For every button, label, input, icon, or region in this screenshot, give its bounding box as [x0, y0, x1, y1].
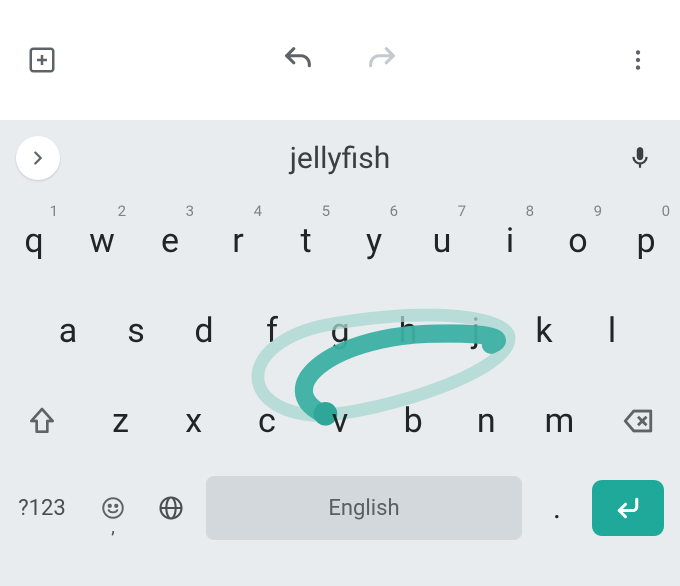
- key-hint: 7: [458, 202, 466, 220]
- key-r[interactable]: 4r: [204, 196, 272, 286]
- key-j[interactable]: j: [442, 286, 510, 376]
- key-f[interactable]: f: [238, 286, 306, 376]
- toolbar-center: [276, 38, 404, 82]
- key-hint: 1: [50, 202, 58, 220]
- key-p[interactable]: 0p: [612, 196, 680, 286]
- key-label: e: [161, 221, 179, 261]
- key-label: v: [332, 401, 348, 441]
- key-label: c: [258, 401, 276, 441]
- key-rows: 1q 2w 3e 4r 5t 6y 7u 8i 9o 0p a s d f g …: [0, 196, 680, 586]
- key-b[interactable]: b: [377, 401, 450, 441]
- key-h[interactable]: h: [374, 286, 442, 376]
- key-label: n: [477, 401, 496, 441]
- emoji-key[interactable]: ,: [84, 476, 142, 540]
- key-hint: 4: [254, 202, 262, 220]
- key-row-1: 1q 2w 3e 4r 5t 6y 7u 8i 9o 0p: [0, 196, 680, 286]
- key-e[interactable]: 3e: [136, 196, 204, 286]
- key-x[interactable]: x: [157, 401, 230, 441]
- key-label: q: [24, 221, 43, 261]
- enter-icon: [592, 480, 664, 536]
- key-label: .: [553, 491, 561, 526]
- key-label: j: [472, 311, 480, 351]
- key-label: g: [330, 311, 349, 351]
- key-label: t: [300, 221, 311, 261]
- key-o[interactable]: 9o: [544, 196, 612, 286]
- key-v[interactable]: v: [303, 401, 376, 441]
- undo-button[interactable]: [276, 38, 320, 82]
- key-hint: 5: [322, 202, 330, 220]
- key-s[interactable]: s: [102, 286, 170, 376]
- enter-key[interactable]: [586, 476, 670, 540]
- key-label: b: [404, 401, 423, 441]
- key-label: a: [59, 311, 78, 351]
- key-hint: 2: [118, 202, 126, 220]
- key-m[interactable]: m: [523, 401, 596, 441]
- key-label: w: [89, 221, 115, 261]
- key-hint: 0: [662, 202, 670, 220]
- key-row-2: a s d f g h j k l: [0, 286, 680, 376]
- key-label: ?123: [18, 496, 66, 521]
- key-hint: 3: [186, 202, 194, 220]
- key-g[interactable]: g: [306, 286, 374, 376]
- redo-button[interactable]: [360, 38, 404, 82]
- key-hint: 6: [390, 202, 398, 220]
- suggestion-bar: jellyfish: [0, 120, 680, 196]
- key-t[interactable]: 5t: [272, 196, 340, 286]
- key-k[interactable]: k: [510, 286, 578, 376]
- key-label: l: [608, 311, 616, 351]
- key-label: d: [194, 311, 213, 351]
- key-label: x: [185, 401, 202, 441]
- key-l[interactable]: l: [578, 286, 646, 376]
- key-label: o: [568, 221, 587, 261]
- symbols-key[interactable]: ?123: [0, 476, 84, 540]
- comma-hint: ,: [111, 517, 115, 538]
- key-label: h: [399, 311, 418, 351]
- key-a[interactable]: a: [34, 286, 102, 376]
- period-key[interactable]: .: [528, 476, 586, 540]
- key-label: z: [112, 401, 129, 441]
- backspace-key[interactable]: [596, 376, 680, 466]
- key-label: s: [127, 311, 145, 351]
- key-label: i: [506, 221, 514, 261]
- key-q[interactable]: 1q: [0, 196, 68, 286]
- space-key[interactable]: English: [206, 476, 522, 540]
- key-y[interactable]: 6y: [340, 196, 408, 286]
- overflow-menu-button[interactable]: [616, 38, 660, 82]
- key-label: p: [636, 221, 655, 261]
- key-label: y: [366, 221, 382, 261]
- key-c[interactable]: c: [230, 401, 303, 441]
- key-hint: 8: [526, 202, 534, 220]
- key-row-3: z x c v b n m: [0, 376, 680, 466]
- key-hint: 9: [594, 202, 602, 220]
- shift-key[interactable]: [0, 376, 84, 466]
- key-z[interactable]: z: [84, 401, 157, 441]
- key-w[interactable]: 2w: [68, 196, 136, 286]
- key-n[interactable]: n: [450, 401, 523, 441]
- key-u[interactable]: 7u: [408, 196, 476, 286]
- expand-button[interactable]: [16, 136, 60, 180]
- key-label: m: [545, 401, 575, 441]
- new-tab-button[interactable]: [20, 38, 64, 82]
- suggestion-word[interactable]: jellyfish: [290, 141, 391, 176]
- key-i[interactable]: 8i: [476, 196, 544, 286]
- key-label: r: [232, 221, 244, 261]
- keyboard: jellyfish 1q 2w 3e 4r 5t 6y 7u 8i 9o 0p …: [0, 120, 680, 586]
- app-toolbar: [0, 0, 680, 120]
- key-label: u: [433, 221, 452, 261]
- key-d[interactable]: d: [170, 286, 238, 376]
- key-label: f: [266, 311, 278, 351]
- language-key[interactable]: [142, 476, 200, 540]
- mic-button[interactable]: [620, 138, 660, 178]
- key-row-bottom: ?123 , English .: [0, 466, 680, 550]
- key-label: English: [328, 496, 399, 521]
- key-label: k: [535, 311, 552, 351]
